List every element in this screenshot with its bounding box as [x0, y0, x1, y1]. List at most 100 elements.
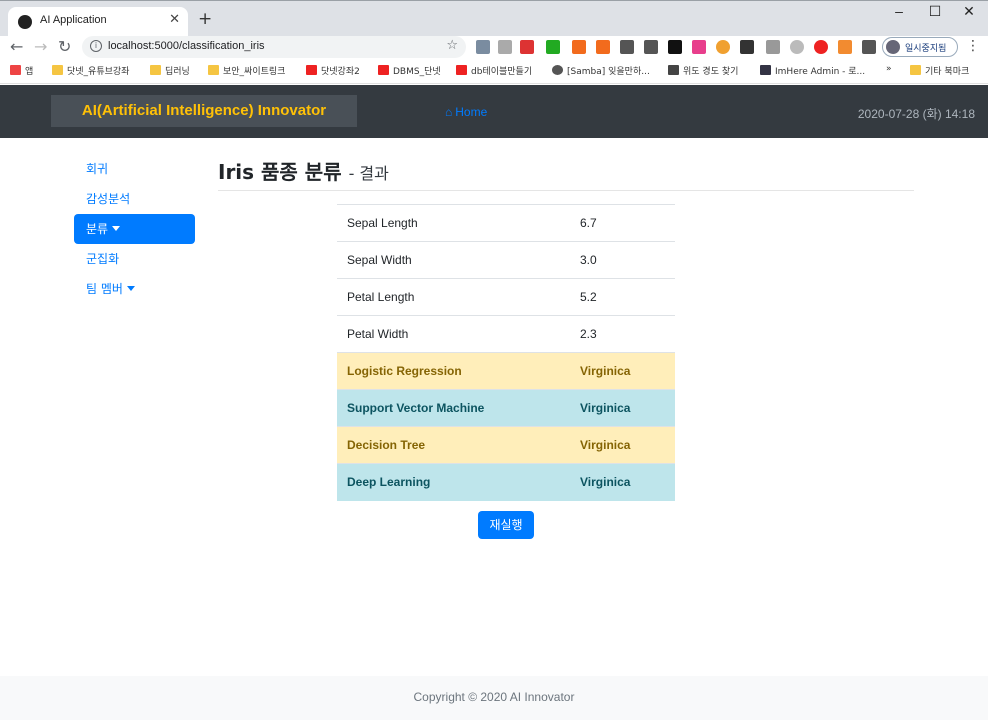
table-row: Support Vector Machine Virginica: [337, 389, 675, 427]
row-label: Petal Length: [337, 278, 570, 316]
back-icon[interactable]: ←: [10, 37, 23, 56]
extension-icon[interactable]: [476, 40, 490, 54]
extension-icon[interactable]: [716, 40, 730, 54]
puzzle-icon[interactable]: [862, 40, 876, 54]
site-info-icon[interactable]: i: [90, 40, 102, 52]
folder-icon: [150, 65, 161, 75]
url-text[interactable]: localhost:5000/classification_iris: [108, 40, 265, 52]
bookmark-star-icon[interactable]: ☆: [446, 38, 458, 53]
bookmark-other[interactable]: 기타 북마크: [910, 64, 969, 77]
reload-icon[interactable]: ↻: [58, 37, 71, 56]
extension-icon[interactable]: [520, 40, 534, 54]
rerun-button[interactable]: 재실행: [478, 511, 534, 539]
bookmark-item[interactable]: ImHere Admin - 로...: [760, 64, 865, 77]
folder-icon: [208, 65, 219, 75]
table-row: Petal Width 2.3: [337, 315, 675, 353]
page-icon: [760, 65, 771, 75]
folder-icon: [910, 65, 921, 75]
extension-icon[interactable]: [814, 40, 828, 54]
forward-icon[interactable]: →: [34, 37, 47, 56]
extension-icon[interactable]: [596, 40, 610, 54]
bookmark-item[interactable]: 딥러닝: [150, 64, 190, 77]
more-menu-icon[interactable]: ⋮: [966, 38, 980, 54]
table-row: Deep Learning Virginica: [337, 463, 675, 501]
model-name: Logistic Regression: [337, 352, 570, 390]
row-value: 6.7: [570, 204, 675, 242]
youtube-icon: [306, 65, 317, 75]
page-title: Iris 품종 분류 - 결과: [218, 160, 389, 184]
brand-title: AI(Artificial Intelligence) Innovator: [81, 102, 327, 119]
site-navbar: AI(Artificial Intelligence) Innovator ⌂ H…: [0, 85, 988, 138]
model-name: Deep Learning: [337, 463, 570, 501]
apps-grid-icon: [10, 65, 21, 75]
minimize-icon[interactable]: –: [884, 3, 914, 19]
bookmark-item[interactable]: 닷넷강좌2: [306, 64, 360, 77]
page-icon: [668, 65, 679, 75]
row-value: 3.0: [570, 241, 675, 279]
address-bar[interactable]: i localhost:5000/classification_iris ☆: [82, 36, 466, 58]
tab-title: AI Application: [40, 14, 107, 26]
extension-icon[interactable]: [668, 40, 682, 54]
bookmark-item[interactable]: 닷넷_유튜브강좌: [52, 64, 129, 77]
youtube-icon: [456, 65, 467, 75]
extension-icon[interactable]: [498, 40, 512, 54]
model-name: Decision Tree: [337, 426, 570, 464]
bookmark-item[interactable]: 위도 경도 찾기: [668, 64, 738, 77]
table-row: Sepal Length 6.7: [337, 204, 675, 242]
browser-tab-strip: AI Application ✕ + – ☐ ✕: [0, 0, 988, 37]
divider: [218, 190, 914, 191]
new-tab-icon[interactable]: +: [198, 9, 212, 29]
bookmark-item[interactable]: DBMS_단넷: [378, 64, 441, 77]
row-value: 2.3: [570, 315, 675, 353]
extension-icon[interactable]: [572, 40, 586, 54]
avatar: [886, 40, 900, 54]
prediction: Virginica: [570, 463, 675, 501]
bookmark-apps[interactable]: 앱: [10, 64, 33, 77]
profile-button[interactable]: 일시중지됨: [882, 37, 958, 57]
extension-icon[interactable]: [620, 40, 634, 54]
home-icon: ⌂: [445, 105, 453, 119]
folder-icon: [52, 65, 63, 75]
close-tab-icon[interactable]: ✕: [169, 12, 180, 27]
bookmarks-overflow-button[interactable]: »: [886, 64, 892, 74]
row-label: Sepal Length: [337, 204, 570, 242]
prediction: Virginica: [570, 426, 675, 464]
result-table: Sepal Length 6.7 Sepal Width 3.0 Petal Len…: [337, 204, 675, 501]
sidebar-item-regression[interactable]: 회귀: [74, 154, 195, 184]
extension-icon[interactable]: [644, 40, 658, 54]
sidebar-item-sentiment[interactable]: 감성분석: [74, 184, 195, 214]
maximize-icon[interactable]: ☐: [920, 3, 950, 20]
table-row: Petal Length 5.2: [337, 278, 675, 316]
current-datetime: 2020-07-28 (화) 14:18: [857, 107, 975, 121]
brand-logo[interactable]: AI(Artificial Intelligence) Innovator: [51, 95, 357, 127]
browser-toolbar: ← → ↻ i localhost:5000/classification_ir…: [0, 36, 988, 60]
table-row: Decision Tree Virginica: [337, 426, 675, 464]
extension-icon[interactable]: [692, 40, 706, 54]
extension-icon[interactable]: [838, 40, 852, 54]
prediction: Virginica: [570, 389, 675, 427]
row-label: Sepal Width: [337, 241, 570, 279]
bookmark-item[interactable]: db테이블만들기: [456, 64, 532, 77]
extension-icon[interactable]: [546, 40, 560, 54]
sidebar-item-team[interactable]: 팀 멤버: [74, 274, 195, 304]
caret-down-icon: [112, 226, 121, 231]
site-favicon-icon: [18, 15, 32, 29]
window-close-icon[interactable]: ✕: [954, 3, 984, 20]
youtube-icon: [378, 65, 389, 75]
table-row: Sepal Width 3.0: [337, 241, 675, 279]
extension-icon[interactable]: [740, 40, 754, 54]
extension-icon[interactable]: [766, 40, 780, 54]
copyright-text: Copyright © 2020 AI Innovator: [413, 690, 575, 704]
footer: Copyright © 2020 AI Innovator: [0, 676, 988, 720]
home-link[interactable]: ⌂ Home: [445, 105, 487, 119]
sidebar-item-classification[interactable]: 분류: [74, 214, 195, 244]
row-label: Petal Width: [337, 315, 570, 353]
extension-icon[interactable]: [790, 40, 804, 54]
bookmark-item[interactable]: 보안_싸이트링크: [208, 64, 285, 77]
page-subtitle: - 결과: [348, 164, 389, 183]
browser-tab[interactable]: AI Application ✕: [8, 7, 188, 37]
sidebar-item-clustering[interactable]: 군집화: [74, 244, 195, 274]
bookmark-item[interactable]: [Samba] 잊을만하...: [552, 64, 650, 77]
model-name: Support Vector Machine: [337, 389, 570, 427]
table-row: Logistic Regression Virginica: [337, 352, 675, 390]
